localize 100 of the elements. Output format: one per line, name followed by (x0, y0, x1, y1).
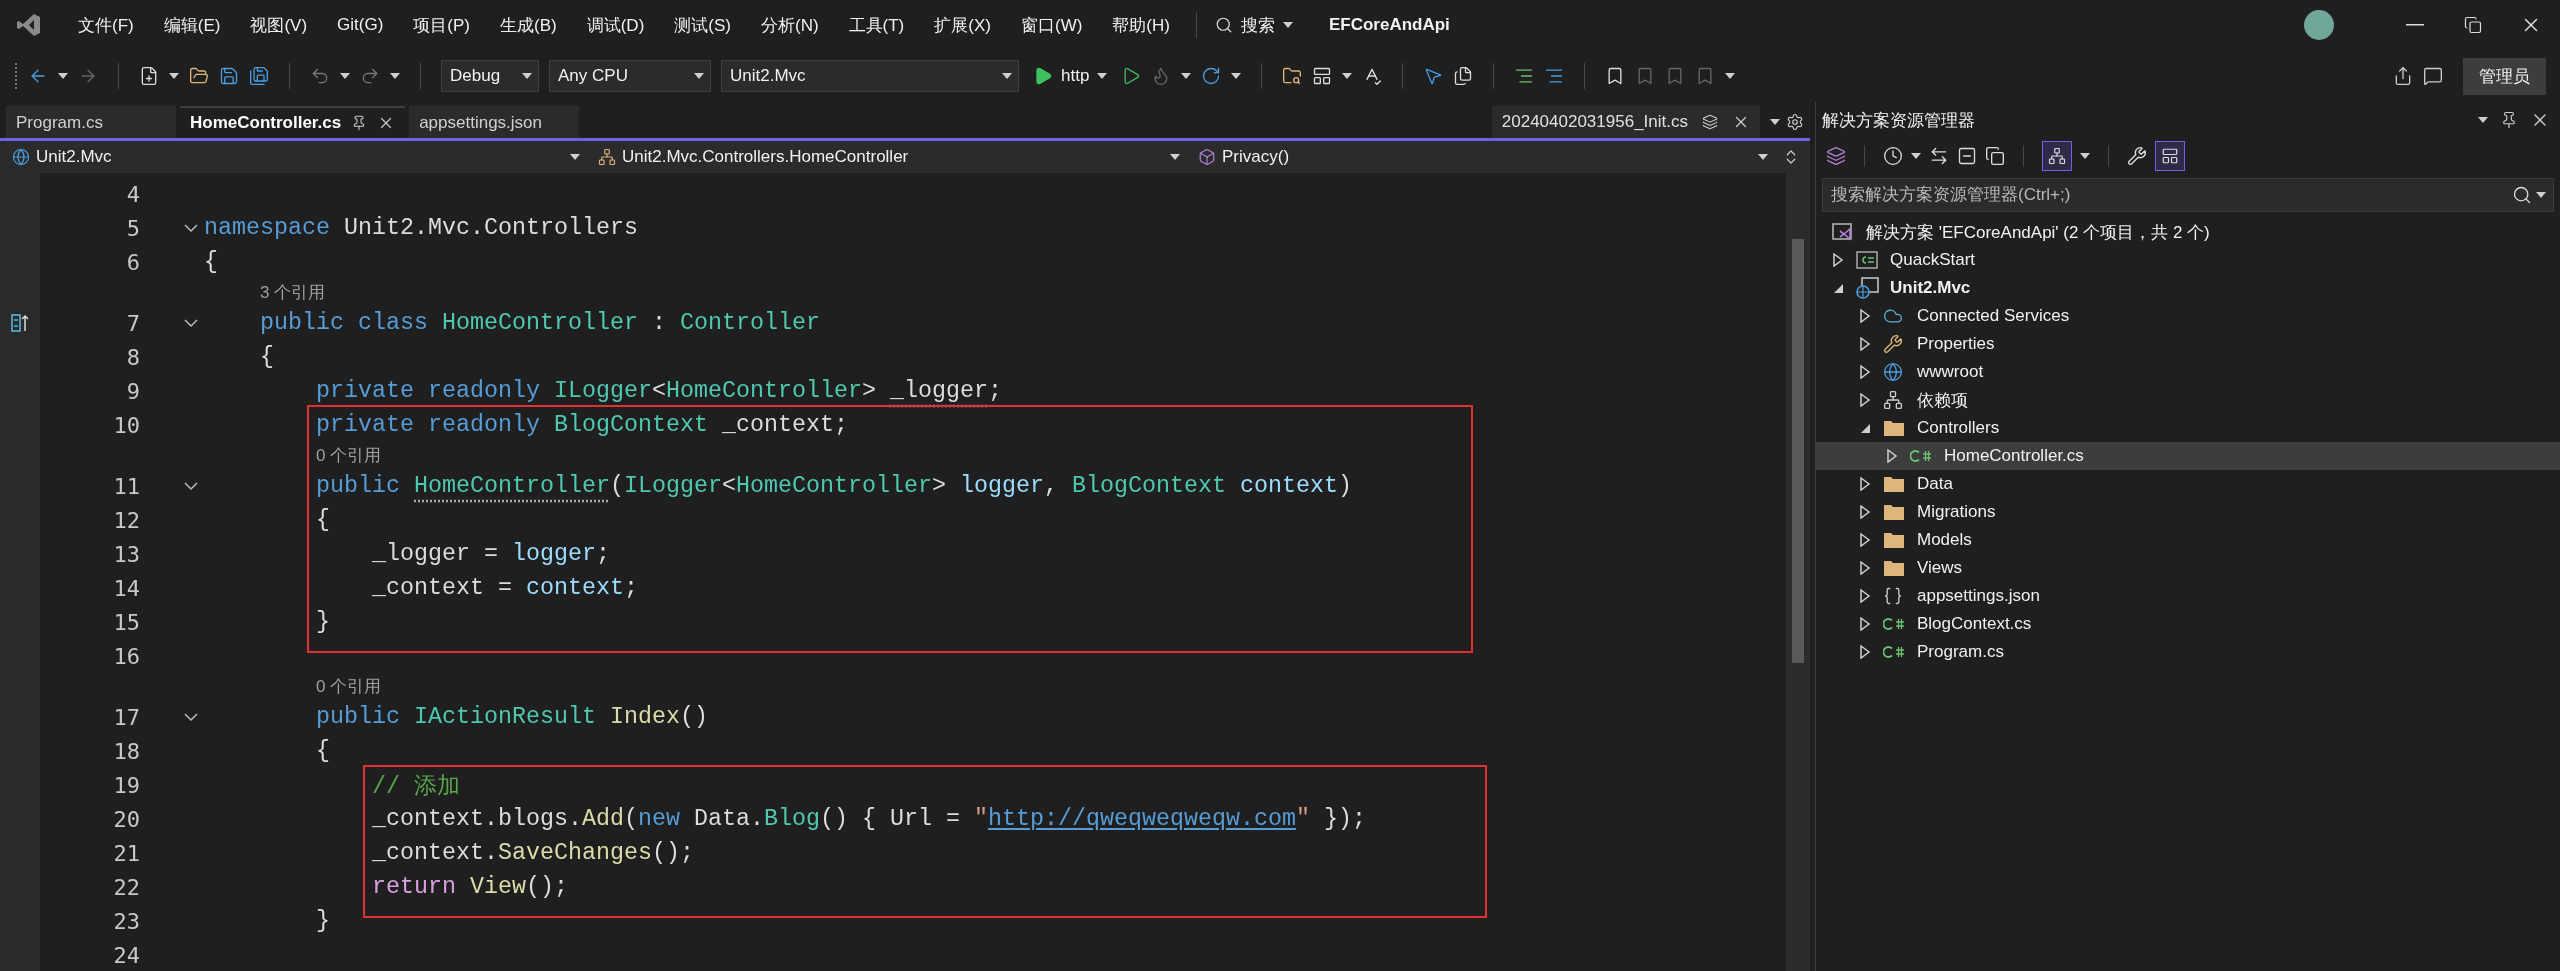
fold-chevron-down-icon[interactable] (184, 223, 198, 233)
files-icon[interactable] (1453, 66, 1474, 86)
menu-item[interactable]: 窗口(W) (1006, 13, 1099, 37)
menu-item[interactable]: 编辑(E) (149, 13, 237, 37)
tree-item[interactable]: Properties (1816, 330, 2560, 358)
app-logo-icon[interactable] (16, 12, 42, 38)
scrollbar[interactable] (1786, 173, 1810, 971)
menu-item[interactable]: Git(G) (323, 15, 400, 35)
menu-item[interactable]: 扩展(X) (920, 13, 1007, 37)
menu-item[interactable]: 文件(F) (64, 13, 150, 37)
solution-icon (1832, 222, 1854, 242)
reference-count[interactable]: 3 个引用 (260, 281, 326, 304)
run-button[interactable]: http (1029, 66, 1112, 86)
code-line: } (315, 609, 330, 635)
folder-search-icon[interactable] (1282, 66, 1303, 86)
tree-item[interactable]: Program.cs (1816, 638, 2560, 666)
preview-toggle[interactable] (2155, 141, 2185, 171)
save-icon[interactable] (219, 66, 239, 86)
reference-count[interactable]: 0 个引用 (316, 675, 382, 698)
search-icon[interactable] (2512, 185, 2532, 205)
tree-item[interactable]: Data (1816, 470, 2560, 498)
tree-item[interactable]: Connected Services (1816, 302, 2560, 330)
margin-glyph-icon[interactable] (10, 313, 30, 333)
scroll-thumb[interactable] (1792, 239, 1804, 663)
tree-item-label: HomeController.cs (1944, 446, 2084, 466)
settings-icon[interactable] (1786, 113, 1804, 131)
menu-item[interactable]: 调试(D) (572, 13, 661, 37)
reference-count[interactable]: 0 个引用 (316, 444, 382, 467)
admin-button[interactable]: 管理员 (2463, 57, 2546, 95)
code-line: { (315, 738, 330, 764)
tree-item[interactable]: QuackStart (1816, 246, 2560, 274)
document-tab[interactable]: Program.cs (6, 106, 176, 138)
startup-project-dropdown[interactable]: Unit2.Mvc (721, 60, 1019, 92)
open-folder-icon[interactable] (189, 66, 209, 86)
expand-arrow-icon[interactable] (1886, 449, 1898, 463)
pointer-icon[interactable] (1423, 66, 1444, 86)
wrench-icon[interactable] (2127, 146, 2147, 166)
collapse-all-icon[interactable] (1957, 146, 1977, 166)
expand-arrow-icon[interactable] (1859, 617, 1871, 631)
share-icon[interactable] (2393, 66, 2413, 86)
tree-item[interactable]: HomeController.cs (1816, 442, 2560, 470)
menu-item[interactable]: 分析(N) (746, 13, 835, 37)
pin-icon[interactable] (2500, 111, 2518, 129)
expand-arrow-icon[interactable] (1859, 309, 1871, 323)
menu-item[interactable]: 项目(P) (399, 13, 486, 37)
code-line: // 添加 (371, 772, 460, 801)
avatar[interactable] (2304, 10, 2334, 40)
fold-chevron-down-icon[interactable] (184, 481, 198, 491)
tree-item[interactable]: Controllers (1816, 414, 2560, 442)
expand-arrow-icon[interactable] (1859, 337, 1871, 351)
configuration-dropdown[interactable]: Debug (441, 60, 539, 92)
caret-icon (570, 154, 580, 160)
code-line: } (315, 908, 330, 934)
document-tab[interactable]: appsettings.json (409, 106, 580, 138)
expand-arrow-icon[interactable] (1859, 365, 1871, 379)
tree-item[interactable]: wwwroot (1816, 358, 2560, 386)
menu-item[interactable]: 工具(T) (834, 13, 921, 37)
tree-item[interactable]: 依赖项 (1816, 386, 2560, 414)
expand-arrow-icon[interactable] (1859, 505, 1871, 519)
expand-arrow-icon[interactable] (1832, 253, 1844, 267)
pending-changes-icon[interactable] (1883, 146, 1903, 166)
window-layout-icon[interactable] (1312, 66, 1333, 86)
fold-chevron-down-icon[interactable] (184, 318, 198, 328)
sync-icon[interactable] (1929, 146, 1949, 166)
redo-icon[interactable] (360, 66, 380, 86)
platform-dropdown[interactable]: Any CPU (549, 60, 711, 92)
undo-icon[interactable] (310, 66, 330, 86)
url-link[interactable]: http://qweqweqweqw.com (988, 806, 1296, 832)
tree-item[interactable]: Views (1816, 554, 2560, 582)
caret-icon (390, 73, 400, 79)
tree-item[interactable]: appsettings.json (1816, 582, 2560, 610)
feedback-icon[interactable] (2423, 66, 2443, 86)
expand-arrow-icon[interactable] (1859, 393, 1871, 407)
expand-arrow-icon[interactable] (1859, 533, 1871, 547)
save-all-icon[interactable] (249, 66, 269, 86)
menu-item[interactable]: 帮助(H) (1098, 13, 1186, 37)
tree-item[interactable]: Migrations (1816, 498, 2560, 526)
new-file-icon[interactable] (139, 66, 159, 86)
preview-pane-icon (2161, 147, 2179, 165)
folder-icon (1883, 559, 1905, 577)
csharp-file-icon (1883, 616, 1905, 632)
menu-item[interactable]: 测试(S) (660, 13, 747, 37)
preview-tab[interactable]: 20240402031956_Init.cs (1491, 106, 1760, 138)
wrench-icon (1883, 334, 1903, 354)
expand-arrow-icon[interactable] (1859, 561, 1871, 575)
show-all-files-toggle[interactable] (2042, 141, 2072, 171)
menu-item[interactable]: 视图(V) (236, 13, 324, 37)
expand-arrow-icon[interactable] (1859, 589, 1871, 603)
fold-chevron-down-icon[interactable] (184, 712, 198, 722)
tree-item[interactable]: Unit2.Mvc (1816, 274, 2560, 302)
solution-node[interactable]: 解决方案 'EFCoreAndApi' (2 个项目，共 2 个) (1816, 218, 2560, 246)
copy-icon[interactable] (1985, 146, 2005, 166)
search-field[interactable]: 搜索解决方案资源管理器(Ctrl+;) (1822, 178, 2554, 212)
expand-arrow-icon[interactable] (1859, 477, 1871, 491)
search-button[interactable]: 搜索 (1206, 9, 1301, 41)
tree-item[interactable]: BlogContext.cs (1816, 610, 2560, 638)
tree-item[interactable]: Models (1816, 526, 2560, 554)
expand-arrow-icon[interactable] (1859, 645, 1871, 659)
restart-icon[interactable] (1201, 66, 1222, 86)
menu-item[interactable]: 生成(B) (486, 13, 573, 37)
